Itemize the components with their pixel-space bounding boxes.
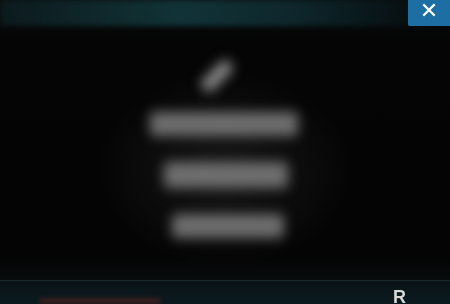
pencil-icon (199, 58, 235, 94)
close-button[interactable]: ✕ (408, 0, 450, 26)
blurred-text-line-2 (164, 162, 288, 188)
blurred-dialog (140, 50, 310, 250)
bottom-label: R (393, 287, 406, 304)
bottom-divider (0, 280, 450, 281)
screen: ✕ R (0, 0, 450, 304)
top-bar (0, 0, 450, 26)
blurred-text-line-1 (150, 112, 298, 136)
blurred-text-line-3 (172, 214, 284, 238)
bottom-accent (40, 298, 160, 304)
close-icon: ✕ (419, 0, 439, 24)
bottom-bar: R (0, 280, 450, 304)
